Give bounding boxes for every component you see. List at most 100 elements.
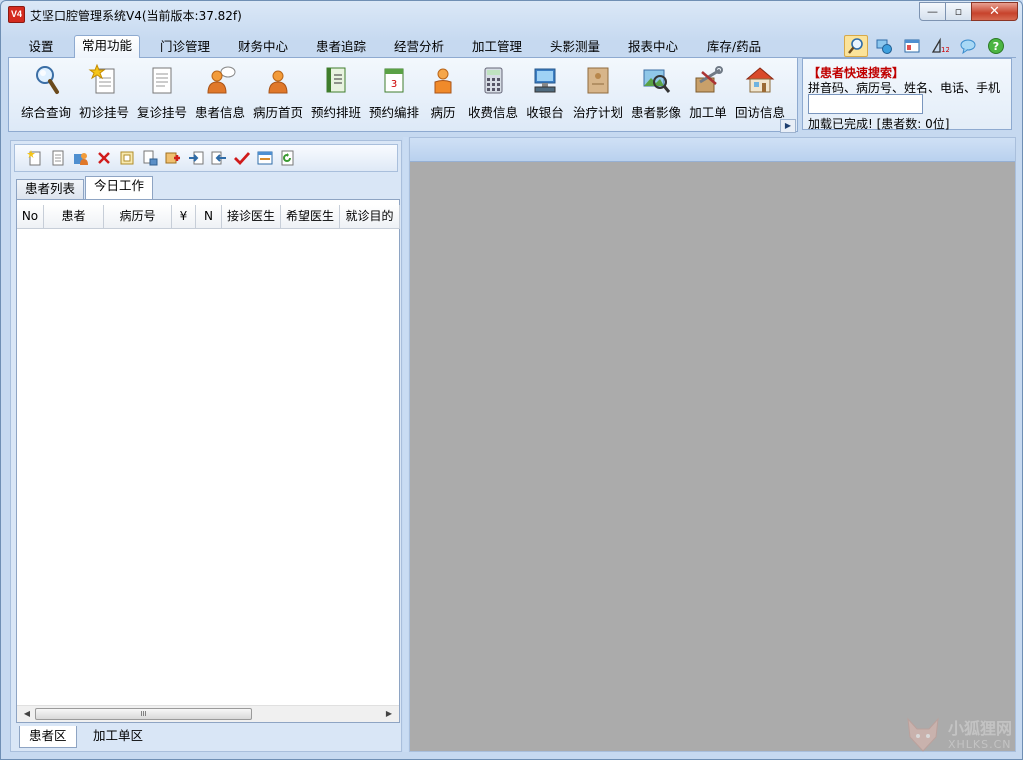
ribbon-charge-info[interactable]: 收费信息 [465,64,521,121]
import-icon[interactable] [186,148,206,168]
workspace-panel [409,137,1016,752]
left-panel: 患者列表 今日工作 No 患者 病历号 ¥ N 接诊医生 希望医生 就诊目的 ◀… [10,140,402,752]
tab-patient-tracking[interactable]: 患者追踪 [308,37,374,59]
check-icon[interactable] [232,148,252,168]
tab-processing-order-area[interactable]: 加工单区 [84,726,152,748]
ribbon-label: 病历 [430,105,456,120]
ribbon-patient-imaging[interactable]: 患者影像 [627,64,685,121]
tab-patient-list[interactable]: 患者列表 [16,179,85,199]
workspace-header [410,138,1015,162]
tab-today-work[interactable]: 今日工作 [85,176,154,199]
column-header-patient[interactable]: 患者 [44,205,104,229]
window-icon[interactable] [255,148,275,168]
new-icon[interactable] [25,148,45,168]
ribbon-label: 加工单 [689,105,727,120]
ribbon-follow-up-info[interactable]: 回访信息 [731,64,789,121]
tab-cephalometry[interactable]: 头影测量 [542,37,608,59]
list-icon[interactable] [140,148,160,168]
column-header-visit-purpose[interactable]: 就诊目的 [340,205,400,229]
refresh-icon[interactable] [278,148,298,168]
maximize-button[interactable]: ▫ [945,2,972,21]
title-bar: V4 艾坚口腔管理系统V4(当前版本:37.82f) — ▫ ✕ [1,1,1022,29]
person-icon [262,64,294,96]
svg-text:12: 12 [941,46,949,54]
panel-splitter[interactable] [403,137,408,752]
patient-toolbar [14,144,398,172]
column-header-amount[interactable]: ¥ [172,205,196,229]
ribbon-appointment-arrange[interactable]: 3 预约编排 [365,64,423,121]
watermark: 小狐狸网 XHLKS.CN [904,717,1012,753]
grid-header: No 患者 病历号 ¥ N 接诊医生 希望医生 就诊目的 [17,205,400,229]
window-controls: — ▫ ✕ [919,2,1018,21]
patient-grid: No 患者 病历号 ¥ N 接诊医生 希望医生 就诊目的 ◀ III ▶ [16,199,400,723]
cashier-computer-icon [529,64,561,96]
window-icon[interactable] [900,35,924,57]
window-title: 艾坚口腔管理系统V4(当前版本:37.82f) [30,9,242,23]
column-header-record-number[interactable]: 病历号 [104,205,172,229]
envelope-file-icon [582,64,614,96]
add-icon[interactable] [163,148,183,168]
watermark-text: 小狐狸网 [947,718,1012,738]
scroll-thumb[interactable]: III [35,708,252,720]
tab-finance-center[interactable]: 财务中心 [230,37,296,59]
patient-search-input[interactable] [808,94,923,114]
column-header-n[interactable]: N [196,205,222,229]
app-icon: V4 [8,6,25,23]
minimize-button[interactable]: — [919,2,946,21]
tab-settings[interactable]: 设置 [16,37,66,59]
ribbon-comprehensive-query[interactable]: 综合查询 [17,64,75,121]
tab-clinic-management[interactable]: 门诊管理 [152,37,218,59]
menu-bar: 设置 常用功能 门诊管理 财务中心 患者追踪 经营分析 加工管理 头影测量 报表… [8,34,1016,59]
close-button[interactable]: ✕ [971,2,1018,21]
delete-icon[interactable] [94,148,114,168]
ribbon-label: 预约编排 [368,105,419,120]
ribbon-scroll-right-button[interactable]: ▶ [780,119,796,133]
tab-inventory-drugs[interactable]: 库存/药品 [698,37,770,59]
network-icon[interactable] [872,35,896,57]
schedule-book-icon [320,64,352,96]
person-speech-icon [204,64,236,96]
column-header-no[interactable]: No [17,205,44,229]
watermark-subtext: XHLKS.CN [947,737,1012,751]
ribbon-cashier[interactable]: 收银台 [522,64,568,121]
ribbon-first-registration[interactable]: 初诊挂号 [75,63,133,121]
tab-business-analysis[interactable]: 经营分析 [386,37,452,59]
ribbon-treatment-plan[interactable]: 治疗计划 [569,64,627,121]
ribbon-label: 治疗计划 [572,105,623,120]
column-header-preferred-doctor[interactable]: 希望医生 [281,205,340,229]
ribbon-appointment-shift[interactable]: 预约排班 [307,64,365,121]
ribbon-processing-order[interactable]: 加工单 [685,64,731,121]
edit-person-icon[interactable] [71,148,91,168]
fox-logo-icon [907,717,939,752]
help-icon[interactable]: ? [984,35,1008,57]
ribbon-medical-record[interactable]: 病历 [423,64,463,121]
svg-text:3: 3 [391,79,397,90]
scroll-left-arrow[interactable]: ◀ [19,706,35,722]
tab-report-center[interactable]: 报表中心 [620,37,686,59]
ribbon-label: 患者信息 [194,105,245,120]
ribbon-label: 预约排班 [310,105,361,120]
calculator-icon[interactable]: 12 [928,35,952,57]
ribbon-label: 患者影像 [630,105,681,120]
svg-text:?: ? [993,40,999,53]
tab-patient-area[interactable]: 患者区 [19,726,77,748]
chat-icon[interactable] [956,35,980,57]
document-icon [146,64,178,96]
ribbon-patient-info[interactable]: 患者信息 [191,64,249,121]
new-document-star-icon [88,63,120,96]
scroll-right-arrow[interactable]: ▶ [381,706,397,722]
export-icon[interactable] [209,148,229,168]
ribbon-medical-record-home[interactable]: 病历首页 [249,64,307,121]
ribbon-label: 收银台 [526,105,564,120]
tab-processing-management[interactable]: 加工管理 [464,37,530,59]
tab-common-functions[interactable]: 常用功能 [74,35,140,59]
column-header-receiving-doctor[interactable]: 接诊医生 [222,205,281,229]
ribbon-label: 综合查询 [20,105,71,120]
document-icon[interactable] [48,148,68,168]
main-window: V4 艾坚口腔管理系统V4(当前版本:37.82f) — ▫ ✕ 设置 常用功能… [0,0,1023,760]
load-status-text: 加载已完成! [患者数: 0位] [808,117,950,131]
search-icon[interactable] [844,35,868,57]
ribbon-return-registration[interactable]: 复诊挂号 [133,64,191,121]
horizontal-scrollbar[interactable]: ◀ III ▶ [17,705,399,722]
report-icon[interactable] [117,148,137,168]
